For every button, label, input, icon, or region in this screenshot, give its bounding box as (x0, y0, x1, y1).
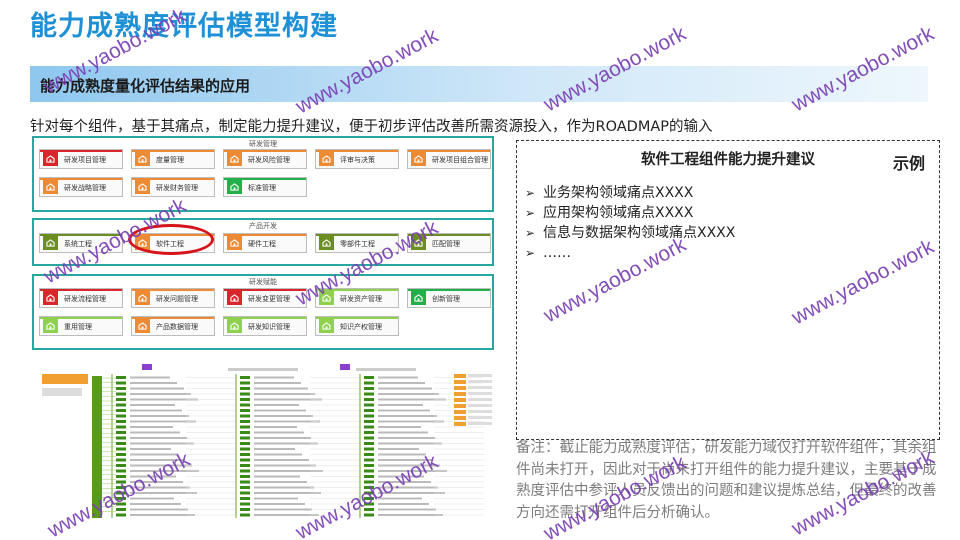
capability-card: 研发项目管理 (39, 149, 123, 169)
capability-card: 度量管理 (131, 149, 215, 169)
building-icon (43, 180, 58, 194)
card-label: 研发流程管理 (64, 295, 106, 303)
capability-card: 创新管理 (407, 288, 491, 308)
list-item: ➢ 业务架构领域痛点XXXX (525, 185, 694, 201)
building-icon (43, 236, 58, 250)
card-label: 研发资产管理 (340, 295, 382, 303)
card-label: 研发项目管理 (64, 156, 106, 164)
capability-card: 评审与决策 (315, 149, 399, 169)
card-label: 度量管理 (156, 156, 184, 164)
group-title: 研发赋能 (249, 278, 277, 286)
capability-card: 研发风险管理 (223, 149, 307, 169)
example-title: 软件工程组件能力提升建议 (641, 152, 815, 168)
card-label: 研发风险管理 (248, 156, 290, 164)
arrow-bullet-icon: ➢ (525, 186, 536, 200)
card-label: 标准管理 (248, 184, 276, 192)
card-label: 创新管理 (432, 295, 460, 303)
card-label: 研发财务管理 (156, 184, 198, 192)
capability-card: 硬件工程 (223, 233, 307, 253)
arrow-bullet-icon: ➢ (525, 226, 536, 240)
arrow-bullet-icon: ➢ (525, 206, 536, 220)
building-icon (43, 152, 58, 166)
building-icon (319, 319, 334, 333)
arrow-bullet-icon: ➢ (525, 246, 536, 260)
card-label: 评审与决策 (340, 156, 375, 164)
pain-point-list: ➢ 业务架构领域痛点XXXX ➢ 应用架构领域痛点XXXX ➢ 信息与数据架构领域痛点… (525, 183, 735, 263)
building-icon (319, 236, 334, 250)
building-icon (227, 291, 242, 305)
building-icon (319, 152, 334, 166)
building-icon (411, 291, 426, 305)
building-icon (135, 180, 150, 194)
building-icon (43, 291, 58, 305)
group-rd-management: 研发管理 研发项目管理 度量管理 研发风险管理 评审与决策 研发项目组合管理研发战略管理… (32, 136, 494, 212)
capability-card: 研发知识管理 (223, 316, 307, 336)
card-label: 研发项目组合管理 (432, 156, 488, 164)
capability-card: 研发流程管理 (39, 288, 123, 308)
intro-text: 针对每个组件，基于其痛点，制定能力提升建议，便于初步评估改善所需资源投入，作为R… (30, 119, 713, 135)
building-icon (227, 236, 242, 250)
capability-card: 研发战略管理 (39, 177, 123, 197)
card-label: 研发问题管理 (156, 295, 198, 303)
group-title: 研发管理 (249, 140, 277, 148)
example-tag: 示例 (892, 154, 925, 173)
card-label: 知识产权管理 (340, 323, 382, 331)
building-icon (135, 291, 150, 305)
list-item: ➢ 信息与数据架构领域痛点XXXX (525, 225, 736, 241)
building-icon (43, 319, 58, 333)
group-rd-enablement: 研发赋能 研发流程管理 研发问题管理 研发变更管理 研发资产管理 创新管理重用管理 产品数… (32, 274, 494, 350)
capability-card: 研发财务管理 (131, 177, 215, 197)
list-item: ➢ 应用架构领域痛点XXXX (525, 205, 694, 221)
building-icon (135, 319, 150, 333)
capability-card: 研发问题管理 (131, 288, 215, 308)
capability-card: 研发项目组合管理 (407, 149, 491, 169)
capability-card: 产品数据管理 (131, 316, 215, 336)
card-label: 重用管理 (64, 323, 92, 331)
capability-card: 重用管理 (39, 316, 123, 336)
card-label: 研发知识管理 (248, 323, 290, 331)
building-icon (135, 152, 150, 166)
card-label: 研发战略管理 (64, 184, 106, 192)
building-icon (227, 180, 242, 194)
building-icon (411, 152, 426, 166)
card-label: 硬件工程 (248, 240, 276, 248)
capability-card: 知识产权管理 (315, 316, 399, 336)
capability-card: 标准管理 (223, 177, 307, 197)
building-icon (227, 319, 242, 333)
card-label: 研发变更管理 (248, 295, 290, 303)
card-label: 产品数据管理 (156, 323, 198, 331)
building-icon (227, 152, 242, 166)
